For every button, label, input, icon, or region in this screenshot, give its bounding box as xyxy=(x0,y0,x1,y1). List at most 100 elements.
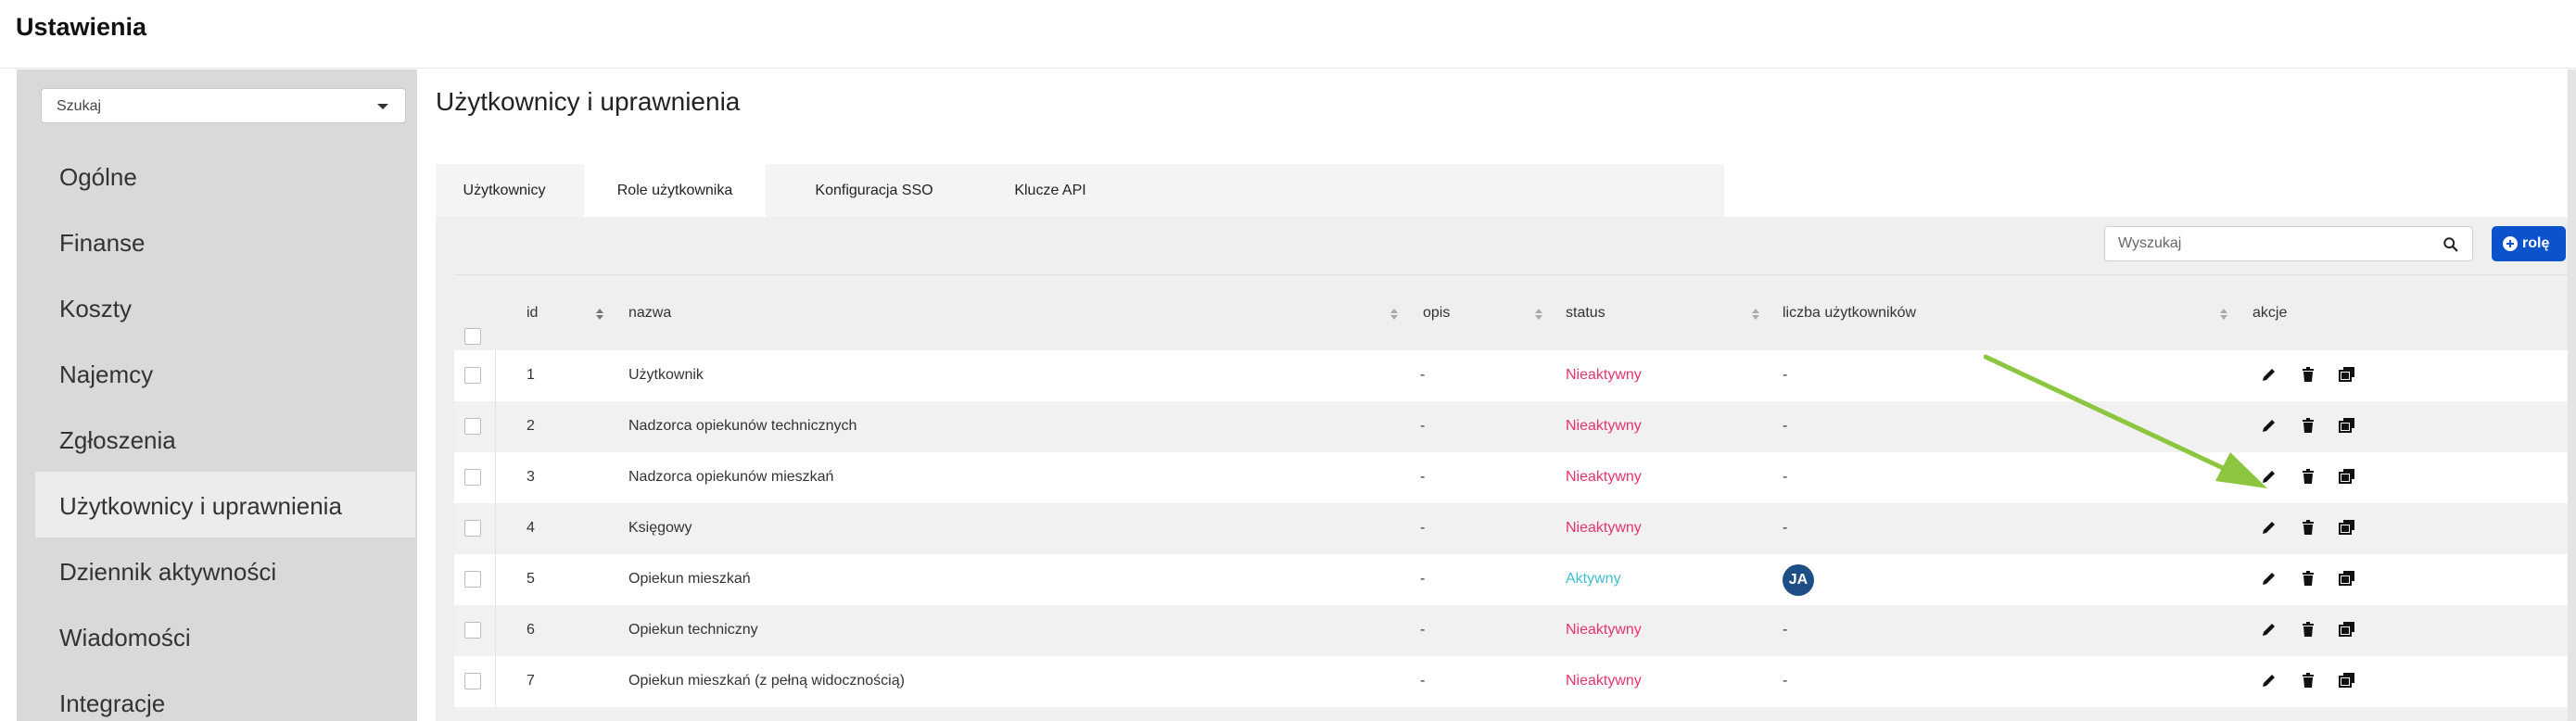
table-row[interactable]: 5 Opiekun mieszkań - Aktywny JA xyxy=(454,554,2568,605)
row-checkbox[interactable] xyxy=(464,469,481,486)
sidebar-item-zgloszenia[interactable]: Zgłoszenia xyxy=(35,406,415,472)
cell-description: - xyxy=(1420,673,1426,689)
sidebar-item-label: Dziennik aktywności xyxy=(59,558,277,586)
row-checkbox[interactable] xyxy=(464,520,481,537)
column-header-name[interactable]: nazwa xyxy=(628,305,671,322)
row-separator xyxy=(495,554,496,605)
copy-icon[interactable] xyxy=(2338,416,2356,435)
copy-icon[interactable] xyxy=(2338,365,2356,384)
sidebar-item-najemcy[interactable]: Najemcy xyxy=(35,340,415,406)
cell-description: - xyxy=(1420,367,1426,383)
tab-konfiguracja-sso[interactable]: Konfiguracja SSO xyxy=(779,164,970,217)
tab-label: Konfiguracja SSO xyxy=(815,183,933,198)
sidebar-item-integracje[interactable]: Integracje xyxy=(35,669,415,721)
status-badge: Nieaktywny xyxy=(1566,673,1642,689)
sort-icon[interactable] xyxy=(2218,307,2229,322)
tab-role-uzytkownika[interactable]: Role użytkownika xyxy=(584,164,766,217)
select-all-checkbox[interactable] xyxy=(464,328,481,345)
tab-label: Użytkownicy xyxy=(463,183,546,198)
tab-bar: Użytkownicy Role użytkownika Konfiguracj… xyxy=(436,164,1724,217)
copy-icon[interactable] xyxy=(2338,620,2356,639)
cell-description: - xyxy=(1420,418,1426,434)
cell-id: 3 xyxy=(527,469,535,485)
cell-name: Użytkownik xyxy=(628,367,704,383)
table-row[interactable]: 7 Opiekun mieszkań (z pełną widocznością… xyxy=(454,656,2568,707)
cell-id: 5 xyxy=(527,571,535,587)
column-header-users[interactable]: liczba użytkowników xyxy=(1783,305,1916,322)
sidebar-item-label: Zgłoszenia xyxy=(59,426,176,454)
cell-name: Nadzorca opiekunów mieszkań xyxy=(628,469,834,485)
sort-icon[interactable] xyxy=(1389,307,1400,322)
copy-icon[interactable] xyxy=(2338,467,2356,486)
row-separator xyxy=(495,605,496,656)
cell-users: - xyxy=(1783,469,1788,485)
tab-uzytkownicy[interactable]: Użytkownicy xyxy=(436,164,573,217)
status-badge: Nieaktywny xyxy=(1566,622,1642,638)
sidebar-item-dziennik[interactable]: Dziennik aktywności xyxy=(35,538,415,603)
sidebar-item-koszty[interactable]: Koszty xyxy=(35,274,415,340)
cell-users: - xyxy=(1783,418,1788,434)
cell-users: - xyxy=(1783,673,1788,689)
main-scrollbar[interactable] xyxy=(2568,70,2576,721)
sort-icon[interactable] xyxy=(594,307,605,322)
sidebar-search-select[interactable]: Szukaj xyxy=(41,88,406,123)
row-separator xyxy=(495,452,496,503)
sidebar-item-wiadomosci[interactable]: Wiadomości xyxy=(35,603,415,669)
sidebar-item-uzytkownicy[interactable]: Użytkownicy i uprawnienia xyxy=(35,472,415,538)
cell-id: 7 xyxy=(527,673,535,689)
sidebar-item-label: Finanse xyxy=(59,229,146,257)
sort-icon[interactable] xyxy=(1533,307,1544,322)
top-bar: Ustawienia xyxy=(0,0,2576,69)
table-search-field[interactable] xyxy=(2104,226,2473,261)
cell-name: Opiekun techniczny xyxy=(628,622,758,638)
column-header-status[interactable]: status xyxy=(1566,305,1605,322)
copy-icon[interactable] xyxy=(2338,518,2356,537)
edit-icon[interactable] xyxy=(2260,671,2278,689)
delete-icon[interactable] xyxy=(2299,671,2317,689)
sidebar-item-finanse[interactable]: Finanse xyxy=(35,209,415,274)
table-row[interactable]: 4 Księgowy - Nieaktywny - xyxy=(454,503,2568,554)
delete-icon[interactable] xyxy=(2299,569,2317,588)
row-checkbox[interactable] xyxy=(464,418,481,435)
row-checkbox[interactable] xyxy=(464,367,481,384)
delete-icon[interactable] xyxy=(2299,365,2317,384)
sort-icon[interactable] xyxy=(1750,307,1761,322)
delete-icon[interactable] xyxy=(2299,518,2317,537)
delete-icon[interactable] xyxy=(2299,467,2317,486)
table-search-input[interactable] xyxy=(2118,235,2424,252)
status-badge: Nieaktywny xyxy=(1566,520,1642,536)
cell-users: - xyxy=(1783,367,1788,383)
sidebar-item-label: Ogólne xyxy=(59,163,137,191)
status-badge: Aktywny xyxy=(1566,571,1621,587)
chevron-down-icon xyxy=(377,104,388,109)
sidebar-search-placeholder: Szukaj xyxy=(57,98,102,114)
edit-icon[interactable] xyxy=(2260,569,2278,588)
tab-klucze-api[interactable]: Klucze API xyxy=(981,164,1120,217)
status-badge: Nieaktywny xyxy=(1566,418,1642,434)
avatar[interactable]: JA xyxy=(1783,564,1814,596)
row-separator xyxy=(495,656,496,707)
annotation-arrow-icon xyxy=(1984,354,2267,488)
copy-icon[interactable] xyxy=(2338,671,2356,689)
column-header-description[interactable]: opis xyxy=(1423,305,1450,322)
delete-icon[interactable] xyxy=(2299,416,2317,435)
row-checkbox[interactable] xyxy=(464,571,481,588)
cell-description: - xyxy=(1420,571,1426,587)
edit-icon[interactable] xyxy=(2260,518,2278,537)
cell-name: Nadzorca opiekunów technicznych xyxy=(628,418,857,434)
delete-icon[interactable] xyxy=(2299,620,2317,639)
table-row[interactable]: 6 Opiekun techniczny - Nieaktywny - xyxy=(454,605,2568,656)
cell-name: Opiekun mieszkań (z pełną widocznością) xyxy=(628,673,905,689)
search-icon[interactable] xyxy=(2443,236,2459,253)
add-role-button[interactable]: rolę xyxy=(2492,226,2566,261)
edit-icon[interactable] xyxy=(2260,620,2278,639)
cell-id: 2 xyxy=(527,418,535,434)
copy-icon[interactable] xyxy=(2338,569,2356,588)
page-title: Użytkownicy i uprawnienia xyxy=(436,87,741,116)
column-header-id[interactable]: id xyxy=(527,305,538,322)
tab-label: Role użytkownika xyxy=(616,183,733,198)
cell-id: 1 xyxy=(527,367,535,383)
row-checkbox[interactable] xyxy=(464,673,481,689)
row-checkbox[interactable] xyxy=(464,622,481,639)
sidebar-item-ogolne[interactable]: Ogólne xyxy=(35,143,415,209)
